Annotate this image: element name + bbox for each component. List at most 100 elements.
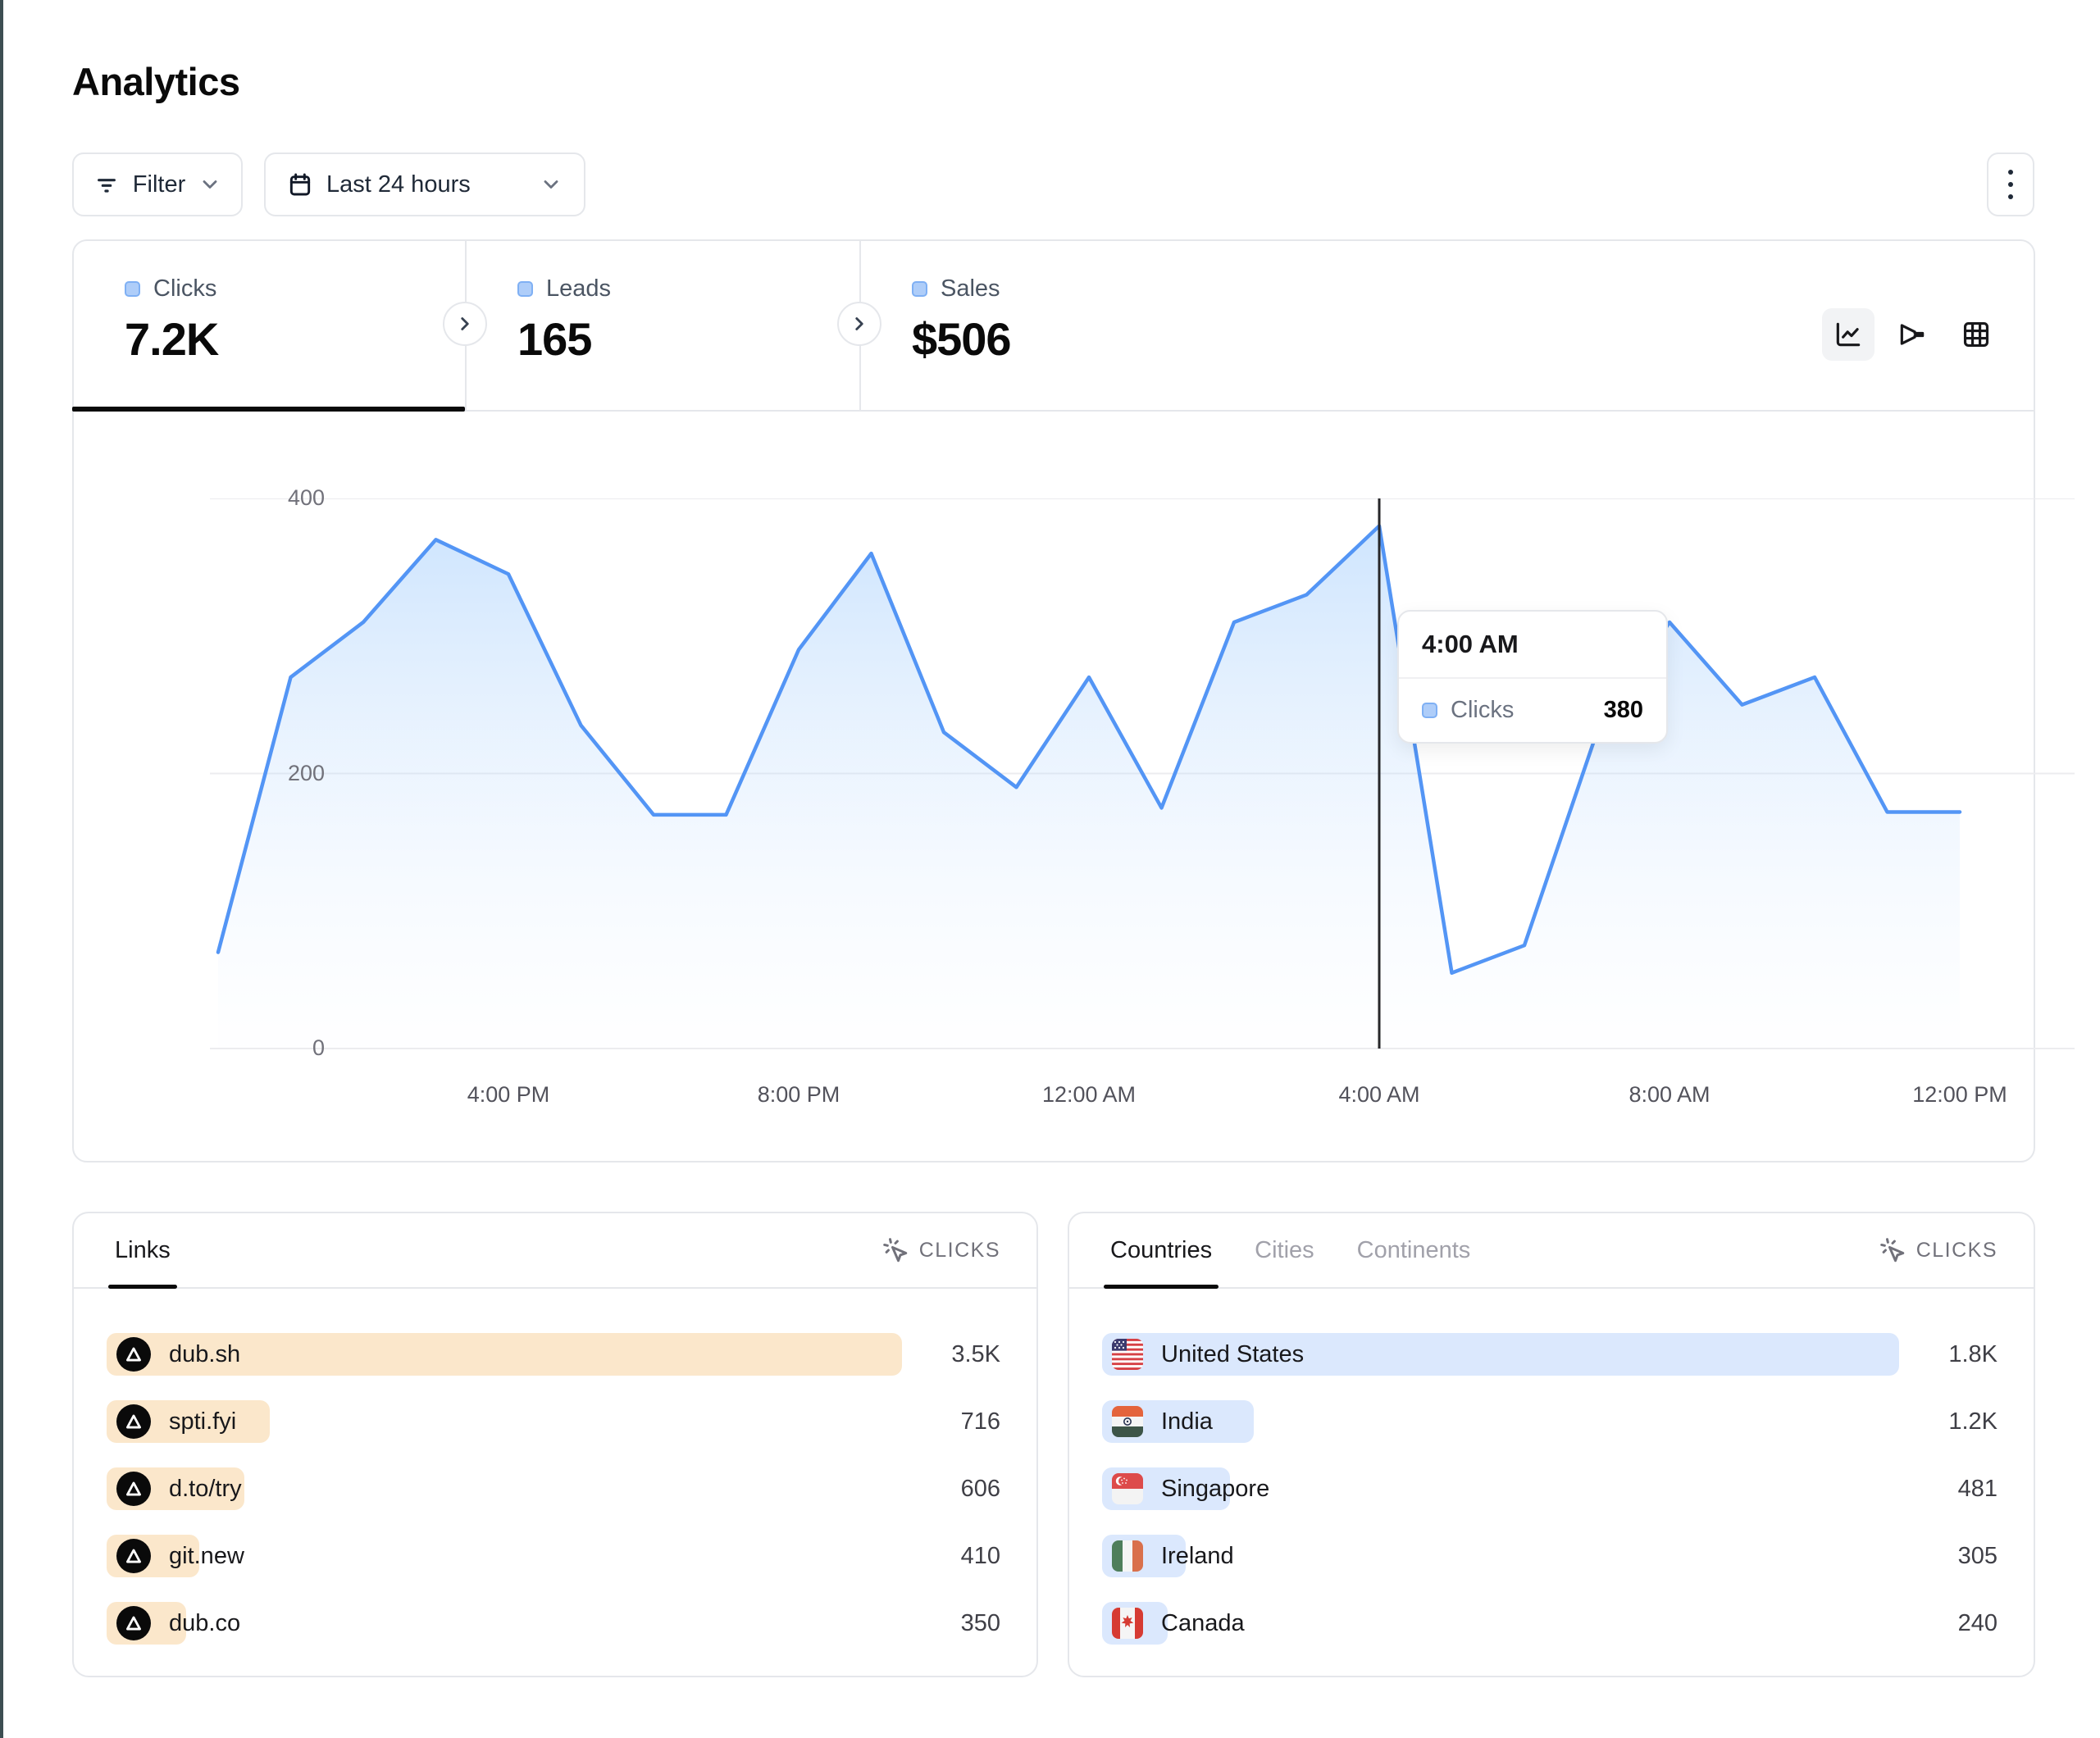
ireland-flag-icon (1112, 1540, 1143, 1572)
sales-tab-label: Sales (941, 275, 1000, 303)
table-view-button[interactable] (1950, 308, 2002, 361)
tab-clicks[interactable]: Clicks 7.2K (74, 241, 465, 410)
link-row[interactable]: dub.co 350 (107, 1602, 1000, 1645)
tooltip-value: 380 (1604, 697, 1643, 724)
dub-logo-icon (116, 1472, 151, 1506)
link-clicks-value: 410 (902, 1543, 1000, 1570)
chart-view-toggles (1822, 308, 2002, 361)
page-title: Analytics (72, 59, 239, 104)
dub-logo-icon (116, 1539, 151, 1573)
analytics-page: Analytics Filter Last 24 hours (0, 0, 2100, 1738)
clicks-legend-chip (125, 281, 140, 297)
chevron-right-icon (849, 313, 870, 334)
link-label: dub.sh (169, 1341, 240, 1368)
y-axis-tick: 0 (226, 1035, 325, 1061)
clicks-tab-value: 7.2K (125, 312, 465, 366)
y-axis-tick: 400 (226, 485, 325, 511)
country-row[interactable]: Singapore 481 (1102, 1467, 1998, 1510)
singapore-flag-icon (1112, 1473, 1143, 1504)
canada-flag-icon (1112, 1608, 1143, 1639)
line-chart-icon (1833, 319, 1864, 350)
country-row[interactable]: India 1.2K (1102, 1400, 1998, 1443)
chevron-down-icon (198, 173, 221, 196)
country-clicks-value: 481 (1899, 1476, 1998, 1503)
link-clicks-value: 716 (902, 1408, 1000, 1435)
country-label: Canada (1161, 1610, 1245, 1637)
chart-tooltip: 4:00 AM Clicks 380 (1397, 610, 1668, 744)
tab-cities[interactable]: Cities (1255, 1213, 1314, 1287)
date-range-button[interactable]: Last 24 hours (264, 152, 585, 216)
link-label: d.to/try (169, 1476, 242, 1503)
clicks-expand-button[interactable] (443, 302, 487, 346)
leads-tab-label: Leads (546, 275, 611, 303)
filter-icon (93, 171, 120, 198)
tab-sales[interactable]: Sales $506 (859, 241, 2034, 410)
x-axis-tick: 8:00 AM (1604, 1082, 1735, 1108)
link-label: spti.fyi (169, 1408, 236, 1435)
stats-tabs-row: Clicks 7.2K Leads 165 Sales $506 (74, 241, 2034, 412)
dub-logo-icon (116, 1404, 151, 1439)
link-clicks-value: 3.5K (902, 1341, 1000, 1368)
us-flag-icon (1112, 1339, 1143, 1370)
area-fill (218, 526, 1960, 1049)
country-row[interactable]: Ireland 305 (1102, 1535, 1998, 1577)
dub-logo-icon (116, 1337, 151, 1372)
x-axis-tick: 12:00 PM (1894, 1082, 2025, 1108)
leads-tab-value: 165 (517, 312, 859, 366)
cursor-click-icon (881, 1236, 909, 1264)
links-metric-badge[interactable]: CLICKS (881, 1236, 1000, 1264)
link-row[interactable]: dub.sh 3.5K (107, 1333, 1000, 1376)
filter-button[interactable]: Filter (72, 152, 243, 216)
sales-legend-chip (912, 281, 927, 297)
x-axis-tick: 4:00 AM (1314, 1082, 1445, 1108)
tooltip-time: 4:00 AM (1399, 612, 1666, 679)
chart-plot[interactable] (210, 498, 2075, 1049)
country-row[interactable]: Canada 240 (1102, 1602, 1998, 1645)
tab-countries[interactable]: Countries (1110, 1213, 1212, 1287)
tooltip-series-name: Clicks (1451, 697, 1514, 724)
x-axis-tick: 8:00 PM (733, 1082, 864, 1108)
countries-rows: United States 1.8K India 1.2K (1069, 1289, 2034, 1645)
links-metric-label: CLICKS (919, 1239, 1000, 1263)
clicks-tab-label: Clicks (153, 275, 216, 303)
x-axis-tick: 4:00 PM (443, 1082, 574, 1108)
more-options-button[interactable] (1987, 152, 2034, 216)
y-axis-tick: 200 (226, 761, 325, 786)
dub-logo-icon (116, 1606, 151, 1640)
line-chart-view-button[interactable] (1822, 308, 1875, 361)
link-row[interactable]: d.to/try 606 (107, 1467, 1000, 1510)
tab-continents[interactable]: Continents (1357, 1213, 1471, 1287)
clicks-area-chart[interactable]: 0200400 4:00 PM8:00 PM12:00 AM4:00 AM8:0… (210, 498, 2075, 1049)
country-row[interactable]: United States 1.8K (1102, 1333, 1998, 1376)
funnel-chart-icon (1897, 319, 1928, 350)
tooltip-legend-chip (1422, 703, 1437, 718)
link-row[interactable]: git.new 410 (107, 1535, 1000, 1577)
link-label: git.new (169, 1543, 244, 1570)
date-range-label: Last 24 hours (326, 171, 471, 198)
countries-metric-badge[interactable]: CLICKS (1879, 1236, 1998, 1264)
links-rows: dub.sh 3.5K spti.fyi 716 d.to/try 606 (74, 1289, 1036, 1645)
countries-panel: Countries Cities Continents CLICKS (1068, 1212, 2035, 1677)
india-flag-icon (1112, 1406, 1143, 1437)
table-view-icon (1961, 319, 1992, 350)
leads-legend-chip (517, 281, 533, 297)
country-label: India (1161, 1408, 1213, 1435)
tab-leads[interactable]: Leads 165 (465, 241, 859, 410)
country-clicks-value: 1.2K (1899, 1408, 1998, 1435)
country-label: Singapore (1161, 1476, 1269, 1503)
country-clicks-value: 305 (1899, 1543, 1998, 1570)
link-row[interactable]: spti.fyi 716 (107, 1400, 1000, 1443)
leads-expand-button[interactable] (837, 302, 881, 346)
country-clicks-value: 1.8K (1899, 1341, 1998, 1368)
analytics-card: Clicks 7.2K Leads 165 Sales $506 (72, 239, 2035, 1162)
tab-links[interactable]: Links (115, 1213, 171, 1287)
sales-tab-value: $506 (912, 312, 1011, 366)
filter-button-label: Filter (133, 171, 185, 198)
calendar-icon (287, 171, 313, 198)
country-label: Ireland (1161, 1543, 1234, 1570)
active-tab-underline (72, 407, 465, 412)
chevron-down-icon (540, 173, 563, 196)
link-clicks-value: 606 (902, 1476, 1000, 1503)
funnel-view-button[interactable] (1886, 308, 1938, 361)
links-panel: Links CLICKS dub.sh 3.5K spti.fyi (72, 1212, 1038, 1677)
